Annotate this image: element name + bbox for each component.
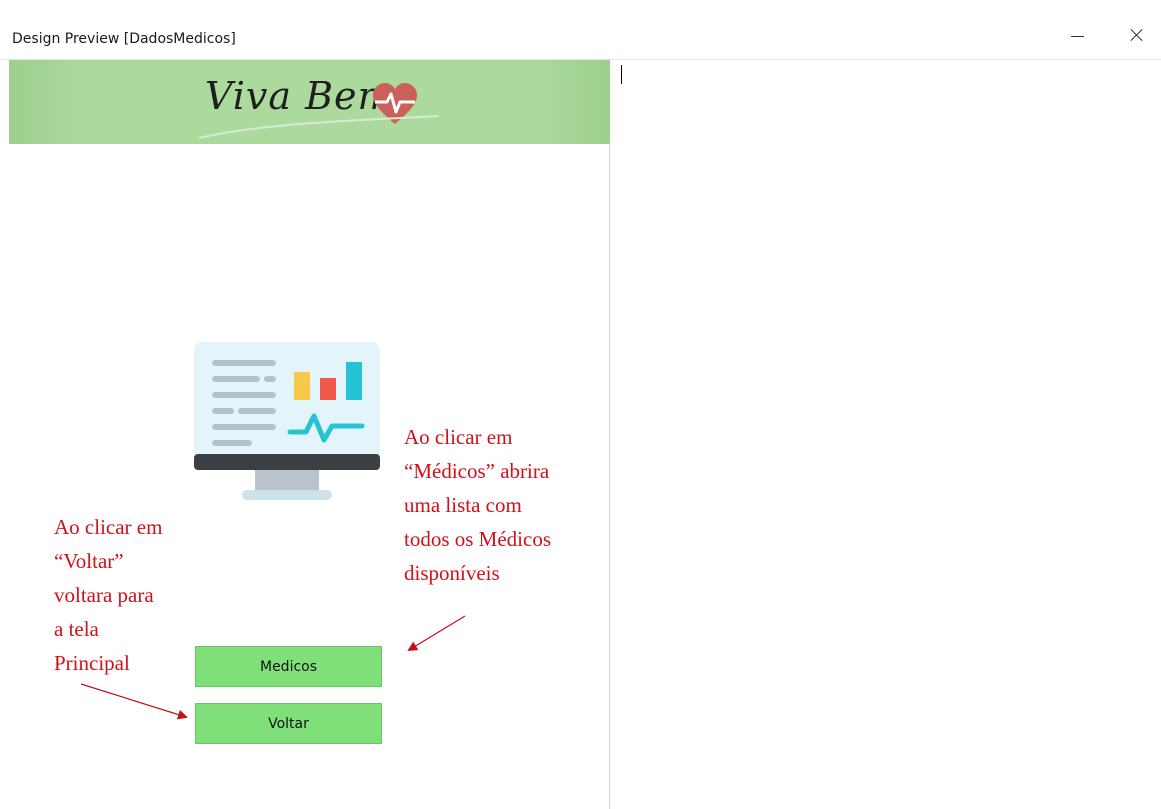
minimize-button[interactable] [1054, 14, 1100, 54]
close-button[interactable] [1114, 14, 1160, 54]
preview-pane: Viva Bem Ao clicar em “Voltar” voltara p… [9, 60, 610, 809]
voltar-button[interactable]: Voltar [195, 703, 382, 744]
arrow-to-voltar [80, 683, 188, 720]
editor-pane[interactable] [611, 60, 1161, 809]
arrow-to-medicos [407, 615, 466, 652]
text-cursor [621, 65, 622, 84]
window-title: Design Preview [DadosMedicos] [12, 31, 236, 47]
medicos-button[interactable]: Medicos [195, 646, 382, 687]
annotation-arrows [80, 615, 466, 720]
title-bar: Design Preview [DadosMedicos] [0, 0, 1161, 60]
